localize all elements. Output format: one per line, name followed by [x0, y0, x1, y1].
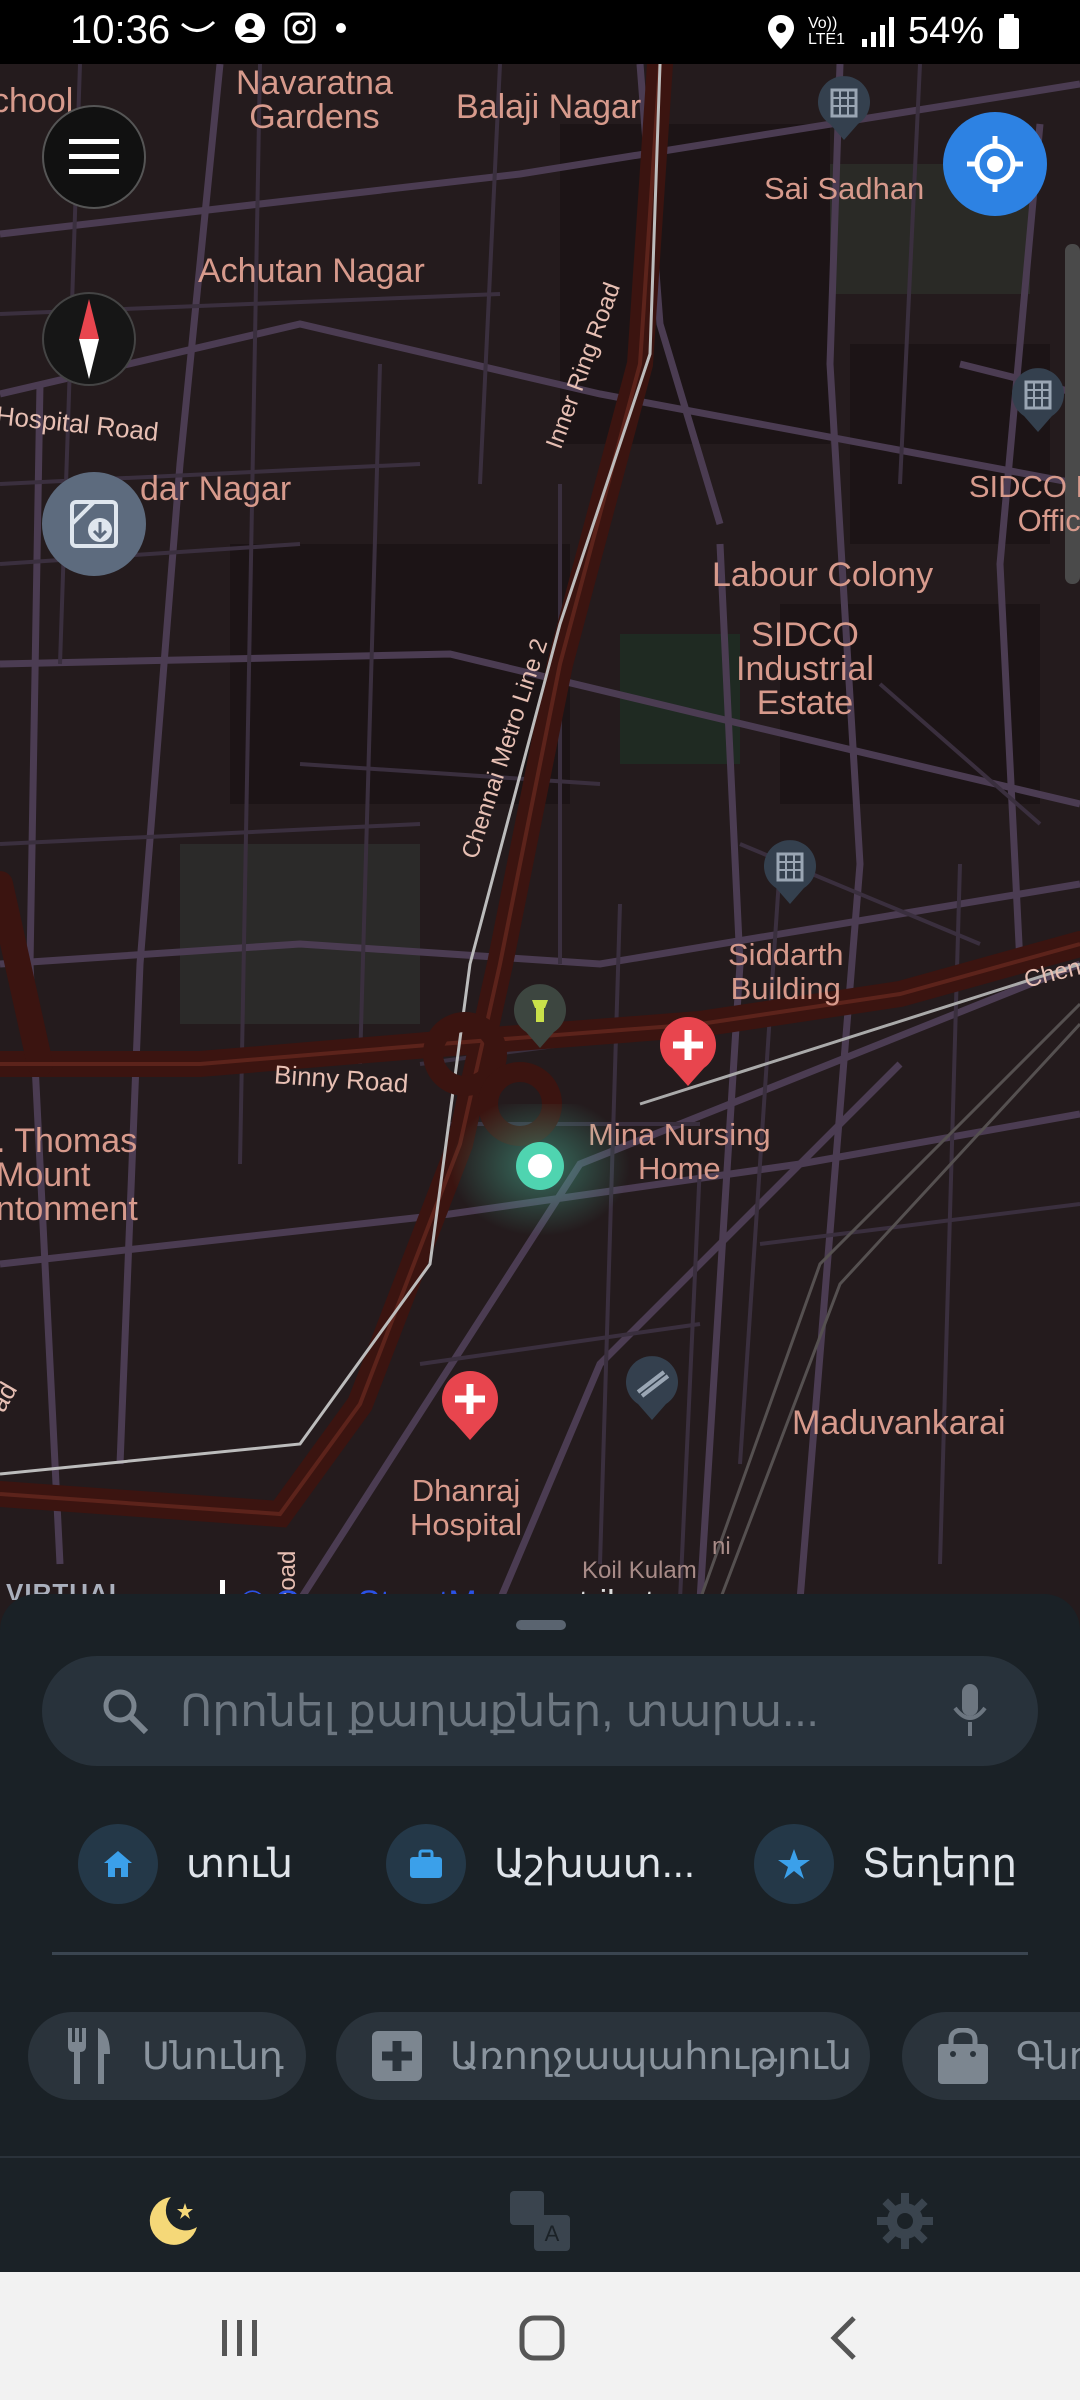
cutlery-icon [64, 2028, 114, 2084]
back-button[interactable] [814, 2308, 874, 2368]
category-shopping[interactable]: Գնո [902, 2012, 1080, 2100]
map-label-st-thomas: . Thomas Mount ntonment [0, 1122, 138, 1228]
settings-button[interactable] [870, 2186, 940, 2256]
quick-action-label: տուն [186, 1842, 294, 1886]
building-poi-icon[interactable] [816, 76, 872, 140]
battery-icon [999, 13, 1019, 49]
compass-icon [79, 299, 99, 379]
hamburger-icon [69, 139, 119, 174]
category-health[interactable]: Առողջապահություն [336, 2012, 870, 2100]
compass-button[interactable] [42, 292, 136, 386]
map-label-maduvankarai: Maduvankarai [792, 1404, 1006, 1442]
map-label-sidco-estate: SIDCO Industrial Estate [736, 616, 874, 722]
hospital-poi-icon[interactable] [658, 1016, 718, 1086]
status-bar: 10:36 Vo)) LTE1 54% [0, 0, 1080, 64]
shopping-bag-icon [938, 2028, 988, 2084]
map-label-ni: ni [712, 1533, 731, 1560]
search-icon [103, 1689, 149, 1735]
menu-button[interactable] [42, 105, 146, 209]
home-circle-icon [519, 2315, 565, 2361]
quick-action-label: Տեղերը [862, 1842, 1017, 1886]
category-label: Առողջապահություն [450, 2035, 853, 2078]
my-location-button[interactable] [943, 112, 1047, 216]
microphone-icon[interactable] [952, 1684, 988, 1738]
current-location-marker [450, 1104, 630, 1236]
search-placeholder: Որոնել քաղաքներ, տարա... [180, 1687, 819, 1736]
night-mode-icon [149, 2197, 197, 2245]
map-label-navaratna: Navaratna Gardens [236, 64, 393, 136]
battery-percent: 54% [907, 10, 984, 52]
crosshair-icon [967, 136, 1023, 192]
home-button[interactable] [512, 2308, 572, 2368]
svg-text:A: A [545, 2221, 560, 2246]
map-label-sidco-office: SIDCO H Office [968, 469, 1080, 538]
back-chevron-icon [830, 2316, 856, 2360]
quick-action-home[interactable]: տուն [78, 1824, 293, 1904]
home-icon [78, 1824, 158, 1904]
building-poi-icon[interactable] [1010, 368, 1066, 432]
recents-icon [222, 2320, 257, 2356]
map-label-dhanraj: Dhanraj Hospital [410, 1473, 522, 1542]
bottom-toolbar: A [0, 2156, 1080, 2274]
recents-button[interactable] [210, 2308, 270, 2368]
translate-button[interactable]: A [505, 2186, 575, 2256]
instagram-icon [284, 12, 316, 44]
school-poi-icon[interactable] [624, 1356, 680, 1420]
building-poi-icon[interactable] [762, 840, 818, 904]
account-icon [235, 13, 265, 43]
category-label: Սնունդ [142, 2035, 284, 2078]
sheet-divider [52, 1952, 1028, 1955]
system-icons: Vo)) LTE1 54% [767, 10, 1020, 53]
category-label: Գնո [1016, 2035, 1080, 2078]
quick-action-work[interactable]: Աշխատ... [386, 1824, 695, 1904]
screen: 10:36 Vo)) LTE1 54% chool Navaratna Gard… [0, 0, 1080, 2400]
map-download-icon [70, 500, 118, 548]
map-label-achutan: Achutan Nagar [198, 252, 425, 290]
map-road-network [0, 64, 1080, 1600]
sheet-drag-handle[interactable] [516, 1620, 566, 1630]
quick-action-label: Աշխատ... [494, 1842, 696, 1886]
settings-icon [877, 2193, 933, 2249]
map-label-dar-nagar: dar Nagar [140, 470, 292, 508]
hospital-poi-icon[interactable] [440, 1370, 500, 1440]
garden-poi-icon[interactable] [512, 984, 568, 1048]
map-label-balaji: Balaji Nagar [456, 88, 642, 126]
map-view[interactable]: chool Navaratna Gardens Balaji Nagar Sai… [0, 64, 1080, 1600]
briefcase-icon [386, 1824, 466, 1904]
signal-icon [861, 16, 894, 47]
star-icon [754, 1824, 834, 1904]
map-download-button[interactable] [42, 472, 146, 576]
map-label-labour-colony: Labour Colony [712, 556, 934, 594]
status-time: 10:36 [70, 8, 171, 52]
notification-icons [180, 12, 348, 44]
system-navigation-bar [0, 2272, 1080, 2400]
medical-icon [372, 2031, 422, 2081]
quick-action-places[interactable]: Տեղերը [754, 1824, 1017, 1904]
search-bar[interactable]: Որոնել քաղաքներ, տարա... [42, 1656, 1038, 1766]
dot-icon [336, 23, 346, 33]
network-type: Vo)) LTE1 [807, 14, 845, 48]
messaging-icon [181, 20, 216, 32]
map-label-school: chool [0, 82, 74, 120]
map-label-sai-sadhan: Sai Sadhan [764, 171, 925, 206]
location-pin-icon [767, 14, 794, 49]
category-food[interactable]: Սնունդ [28, 2012, 306, 2100]
night-mode-button[interactable] [138, 2186, 208, 2256]
translate-icon: A [510, 2191, 570, 2251]
map-label-siddarth: Siddarth Building [728, 937, 844, 1006]
